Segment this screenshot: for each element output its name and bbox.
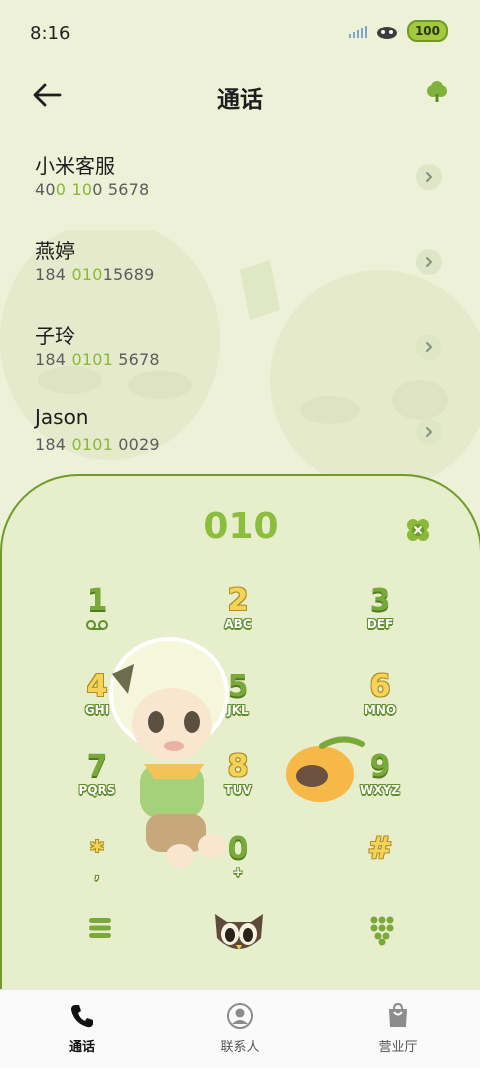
key-letters: MNO [363, 703, 397, 717]
contact-list: 小米客服 400 100 5678 燕婷 184 01015689 子玲 184… [0, 140, 480, 480]
dialpad-panel: 010 1 2 ABC 3 DEF 4 GHI 5 JKL 6 MNO 7 PQ… [0, 474, 480, 1036]
key-letters: , [94, 867, 100, 881]
contact-number: 184 0101 5678 [35, 350, 160, 369]
key-letters: DEF [366, 617, 394, 631]
key-digit: 7 [86, 749, 108, 784]
status-bar: 8:16 100 [0, 0, 480, 66]
contact-detail-button[interactable] [416, 249, 442, 275]
nav-label: 营业厅 [378, 1040, 418, 1055]
person-icon [227, 1003, 253, 1029]
key-digit: 1 [86, 583, 108, 618]
delete-icon[interactable] [404, 516, 432, 544]
contact-name: 燕婷 [35, 239, 75, 263]
shopping-bag-icon [389, 1002, 407, 1027]
dial-key-hash[interactable]: # [335, 834, 425, 864]
dial-key-3[interactable]: 3 DEF [335, 586, 425, 632]
contact-number: 184 01015689 [35, 265, 155, 284]
key-letters: WXYZ [360, 783, 400, 797]
dial-key-5[interactable]: 5 JKL [193, 672, 283, 718]
key-digit: 6 [369, 669, 391, 704]
cloud-tree-icon[interactable] [424, 80, 450, 106]
contact-number: 400 100 5678 [35, 180, 150, 199]
key-digit: # [367, 831, 393, 866]
key-digit: 3 [369, 583, 391, 618]
contact-item[interactable]: 子玲 184 0101 5678 [0, 310, 480, 395]
dial-key-1[interactable]: 1 [52, 586, 142, 635]
key-digit: * [90, 836, 104, 866]
key-digit: 5 [227, 669, 249, 704]
nav-label: 通话 [68, 1040, 95, 1055]
contact-name: Jason [35, 405, 89, 429]
key-digit: 4 [86, 669, 108, 704]
dial-key-4[interactable]: 4 GHI [52, 672, 142, 718]
dial-key-8[interactable]: 8 TUV [193, 752, 283, 798]
status-icons: 100 [348, 20, 448, 42]
contact-name: 子玲 [35, 324, 75, 348]
key-letters: PQRS [78, 783, 116, 797]
chevron-right-icon [426, 172, 433, 182]
keypad-toggle-icon[interactable] [368, 914, 396, 946]
key-digit: 8 [227, 749, 249, 784]
key-letters: + [232, 865, 244, 879]
bottom-nav: 通话 联系人 营业厅 [0, 989, 480, 1068]
dialpad-actions [2, 906, 480, 966]
dial-key-7[interactable]: 7 PQRS [52, 752, 142, 798]
contact-item[interactable]: Jason 184 0101 0029 [0, 395, 480, 480]
chevron-right-icon [426, 427, 433, 437]
chevron-right-icon [426, 257, 433, 267]
header: 通话 [0, 66, 480, 126]
key-digit: 9 [369, 749, 391, 784]
nav-item-contacts[interactable]: 联系人 [185, 1002, 295, 1055]
dial-key-0[interactable]: 0 + [193, 834, 283, 880]
dial-key-6[interactable]: 6 MNO [335, 672, 425, 718]
key-letters: GHI [84, 703, 110, 717]
chevron-right-icon [426, 342, 433, 352]
nav-item-service-hall[interactable]: 营业厅 [343, 1002, 453, 1055]
phone-icon [71, 1005, 93, 1028]
key-letters: TUV [224, 783, 252, 797]
contact-item[interactable]: 小米客服 400 100 5678 [0, 140, 480, 225]
status-time: 8:16 [30, 23, 71, 44]
voicemail-icon [86, 620, 108, 630]
menu-icon[interactable] [86, 914, 114, 942]
call-button-owl-icon[interactable] [211, 906, 267, 956]
dial-key-9[interactable]: 9 WXYZ [335, 752, 425, 798]
wifi-icon [376, 27, 397, 39]
dial-key-star[interactable]: * , [52, 836, 142, 882]
signal-icon [348, 24, 367, 38]
page-title: 通话 [217, 87, 263, 113]
key-letters: ABC [224, 617, 252, 631]
contact-detail-button[interactable] [416, 419, 442, 445]
contact-name: 小米客服 [35, 154, 115, 178]
contact-item[interactable]: 燕婷 184 01015689 [0, 225, 480, 310]
contact-detail-button[interactable] [416, 164, 442, 190]
nav-label: 联系人 [220, 1040, 260, 1055]
dial-key-2[interactable]: 2 ABC [193, 586, 283, 632]
battery-indicator: 100 [406, 20, 448, 42]
contact-number: 184 0101 0029 [35, 435, 160, 454]
key-digit: 0 [227, 831, 249, 866]
key-digit: 2 [227, 583, 249, 618]
contact-detail-button[interactable] [416, 334, 442, 360]
key-letters: JKL [227, 703, 249, 717]
nav-item-calls[interactable]: 通话 [27, 1002, 137, 1055]
